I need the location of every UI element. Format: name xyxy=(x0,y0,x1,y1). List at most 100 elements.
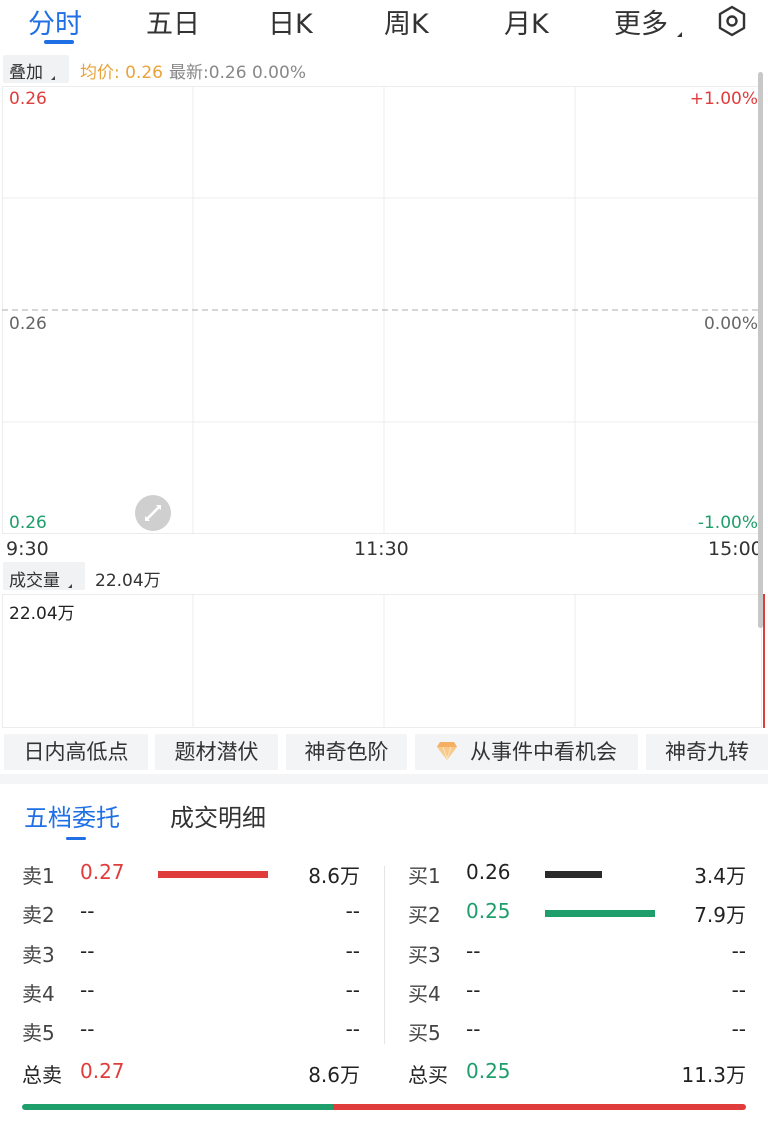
settings-hexagon-icon[interactable] xyxy=(716,5,748,37)
sell-price: -- xyxy=(80,978,95,1002)
buy-price: -- xyxy=(466,939,481,963)
sell-level-label: 卖3 xyxy=(22,943,55,967)
chip-event-opportunity-label: 从事件中看机会 xyxy=(470,740,617,764)
volume-axis-max: 22.04万 xyxy=(9,604,75,624)
chip-magic-nine-turn[interactable]: 神奇九转 xyxy=(646,734,768,770)
tab-trade-details[interactable]: 成交明细 xyxy=(170,798,266,833)
chip-magic-color-scale[interactable]: 神奇色阶 xyxy=(286,734,407,770)
active-tab-indicator xyxy=(44,40,74,44)
sell-level-label: 卖1 xyxy=(22,864,55,888)
sell-ratio-bar xyxy=(333,1104,746,1110)
sell-row-5: 卖5 -- -- xyxy=(22,1017,362,1047)
fullscreen-toggle-icon[interactable] xyxy=(134,494,172,532)
sell-total-label: 总卖 xyxy=(22,1063,62,1087)
sell-volume: -- xyxy=(345,939,360,963)
tab-weekly-k[interactable]: 周K xyxy=(384,2,429,41)
volume-indicator-button[interactable]: 成交量 xyxy=(3,562,85,591)
sell-volume: -- xyxy=(345,978,360,1002)
buy-price: 0.25 xyxy=(466,899,511,923)
sell-price: -- xyxy=(80,1017,95,1041)
time-axis-end: 15:00 xyxy=(708,538,763,560)
pct-axis-high: +1.00% xyxy=(689,89,758,109)
sell-level-label: 卖2 xyxy=(22,903,55,927)
buy-level-label: 买1 xyxy=(408,864,441,888)
buy-row-3: 买3 -- -- xyxy=(408,939,748,969)
tab-more-label: 更多 xyxy=(614,9,668,40)
sell-total-volume: 8.6万 xyxy=(308,1063,360,1087)
period-tabs: 分时 五日 日K 周K 月K 更多 xyxy=(0,0,768,46)
buy-volume: 7.9万 xyxy=(694,903,746,927)
price-axis-high: 0.26 xyxy=(9,89,47,109)
sell-price: -- xyxy=(80,939,95,963)
buy-row-1: 买1 0.26 3.4万 xyxy=(408,860,748,890)
sell-volume: 8.6万 xyxy=(308,864,360,888)
tab-five-day[interactable]: 五日 xyxy=(146,2,200,41)
buy-volume: 3.4万 xyxy=(694,864,746,888)
tab-monthly-k[interactable]: 月K xyxy=(504,2,549,41)
sell-row-2: 卖2 -- -- xyxy=(22,899,362,929)
buy-total-price: 0.25 xyxy=(466,1059,511,1083)
section-divider xyxy=(0,774,768,784)
overlay-button[interactable]: 叠加 xyxy=(3,55,69,83)
buy-total-row: 总买 0.25 11.3万 xyxy=(408,1059,748,1089)
intraday-price-chart[interactable]: 0.26 +1.00% 0.26 0.00% 0.26 -1.00% xyxy=(0,86,768,534)
volume-label: 成交量 xyxy=(9,571,60,591)
chip-theme-latent[interactable]: 题材潜伏 xyxy=(155,734,278,770)
sell-level-label: 卖5 xyxy=(22,1021,55,1045)
volume-chart-grid xyxy=(2,594,762,728)
sell-total-row: 总卖 0.27 8.6万 xyxy=(22,1059,362,1089)
sell-row-4: 卖4 -- -- xyxy=(22,978,362,1008)
time-axis-start: 9:30 xyxy=(6,538,49,560)
buy-volume: -- xyxy=(731,939,746,963)
volume-chart[interactable]: 22.04万 xyxy=(0,594,768,728)
chip-event-opportunity[interactable]: 从事件中看机会 xyxy=(415,734,638,770)
dropdown-triangle-icon xyxy=(64,584,72,588)
sell-price: -- xyxy=(80,899,95,923)
volume-bar xyxy=(763,594,765,728)
volume-value: 22.04万 xyxy=(95,571,161,591)
latest-price: 最新:0.26 0.00% xyxy=(168,63,306,83)
pct-axis-low: -1.00% xyxy=(697,513,758,533)
sell-price: 0.27 xyxy=(80,860,125,884)
sell-row-3: 卖3 -- -- xyxy=(22,939,362,969)
pct-axis-mid: 0.00% xyxy=(703,314,758,334)
tab-five-level-orders[interactable]: 五档委托 xyxy=(24,798,120,833)
sell-row-1: 卖1 0.27 8.6万 xyxy=(22,860,362,890)
sell-level-label: 卖4 xyxy=(22,982,55,1006)
price-info-line: 均价: 0.26 最新:0.26 0.00% xyxy=(80,58,306,83)
buy-ratio-bar xyxy=(22,1104,333,1110)
chart-scrollbar[interactable] xyxy=(758,72,763,628)
sell-total-price: 0.27 xyxy=(80,1059,125,1083)
overlay-label: 叠加 xyxy=(9,63,43,83)
orderbook-divider xyxy=(384,866,385,1044)
dropdown-triangle-icon xyxy=(47,76,55,80)
sell-volume: -- xyxy=(345,1017,360,1041)
chip-intraday-high-low[interactable]: 日内高低点 xyxy=(4,734,148,770)
buy-price: -- xyxy=(466,978,481,1002)
buy-price: 0.26 xyxy=(466,860,511,884)
buy-level-label: 买3 xyxy=(408,943,441,967)
tab-daily-k[interactable]: 日K xyxy=(268,2,313,41)
buy-row-5: 买5 -- -- xyxy=(408,1017,748,1047)
average-price: 均价: 0.26 xyxy=(80,63,163,83)
price-chart-grid xyxy=(2,86,762,534)
time-axis-mid: 11:30 xyxy=(354,538,409,560)
sell-volume-bar xyxy=(158,871,268,878)
sell-volume: -- xyxy=(345,899,360,923)
diamond-icon xyxy=(437,742,457,760)
buy-row-4: 买4 -- -- xyxy=(408,978,748,1008)
tab-more[interactable]: 更多 xyxy=(614,2,682,41)
buy-volume-bar xyxy=(545,910,655,917)
price-axis-mid: 0.26 xyxy=(9,314,47,334)
buy-volume: -- xyxy=(731,978,746,1002)
buy-level-label: 买2 xyxy=(408,903,441,927)
buy-volume-bar xyxy=(545,871,602,878)
buy-total-label: 总买 xyxy=(408,1063,448,1087)
tab-intraday[interactable]: 分时 xyxy=(28,2,82,41)
active-subtab-indicator xyxy=(66,837,86,840)
buy-level-label: 买4 xyxy=(408,982,441,1006)
buy-level-label: 买5 xyxy=(408,1021,441,1045)
feature-chips: 日内高低点 题材潜伏 神奇色阶 从事件中看机会 神奇九转 xyxy=(0,734,768,770)
buy-total-volume: 11.3万 xyxy=(681,1063,746,1087)
dropdown-triangle-icon xyxy=(672,32,682,37)
